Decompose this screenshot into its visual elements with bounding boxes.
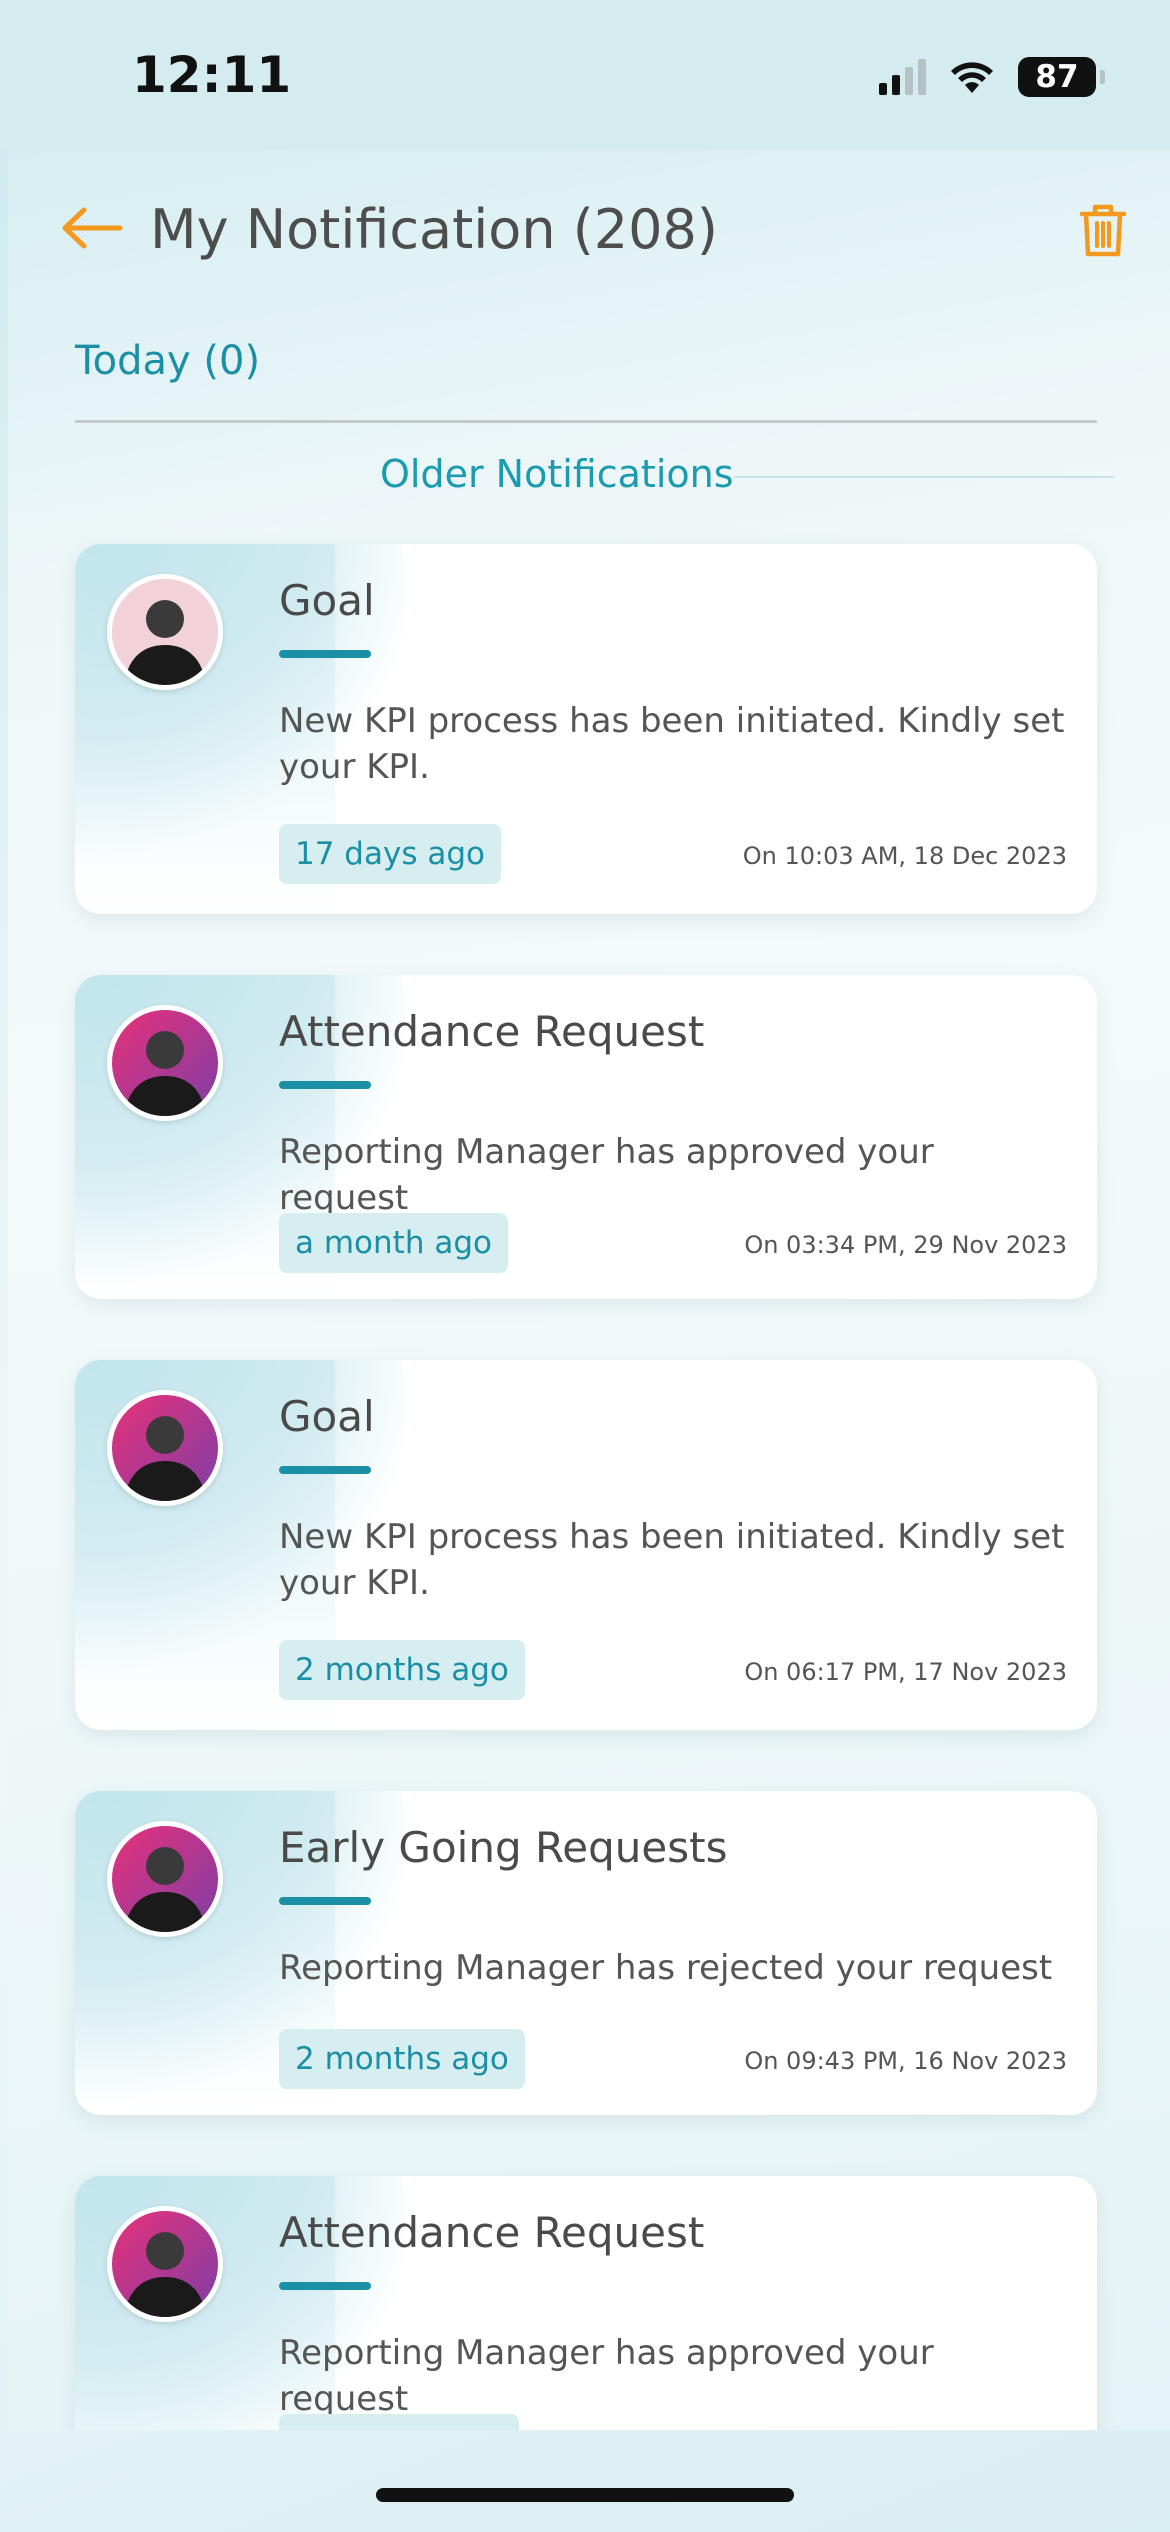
- notification-timestamp: On 06:17 PM, 17 Nov 2023: [744, 1658, 1067, 1686]
- title-underline: [279, 650, 371, 658]
- notification-message: Reporting Manager has approved your requ…: [279, 2333, 934, 2419]
- relative-time-badge: a month ago: [279, 1213, 508, 1273]
- battery-level: 87: [1035, 59, 1079, 95]
- notification-title: Attendance Request: [279, 1007, 705, 1056]
- avatar: [107, 574, 223, 690]
- relative-time-badge: 17 days ago: [279, 824, 501, 884]
- status-bar: 12:11 87: [0, 0, 1170, 150]
- notification-card[interactable]: Attendance Request Reporting Manager has…: [75, 975, 1097, 1299]
- older-notifications-line: [734, 476, 1114, 478]
- relative-time-badge: 2 months ago: [279, 2029, 525, 2089]
- notification-title: Goal: [279, 1392, 375, 1441]
- notification-title: Goal: [279, 576, 375, 625]
- notification-card[interactable]: Early Going Requests Reporting Manager h…: [75, 1791, 1097, 2115]
- header: My Notification (208): [8, 150, 1170, 320]
- notification-title: Attendance Request: [279, 2208, 705, 2257]
- trash-icon[interactable]: [1078, 202, 1128, 258]
- home-indicator[interactable]: [376, 2488, 794, 2502]
- notification-timestamp: On 10:03 AM, 18 Dec 2023: [742, 842, 1067, 870]
- title-underline: [279, 1466, 371, 1474]
- notification-card[interactable]: Goal New KPI process has been initiated.…: [75, 1360, 1097, 1730]
- wifi-icon: [951, 62, 993, 93]
- older-notifications-label: Older Notifications: [380, 452, 734, 496]
- back-arrow-icon[interactable]: [60, 206, 124, 250]
- battery-icon: 87: [1018, 57, 1105, 97]
- notification-message: New KPI process has been initiated. Kind…: [279, 1517, 1065, 1603]
- notification-card[interactable]: Attendance Request Reporting Manager has…: [75, 2176, 1097, 2430]
- title-underline: [279, 1897, 371, 1905]
- notification-card[interactable]: Goal New KPI process has been initiated.…: [75, 544, 1097, 914]
- notification-timestamp: On 09:43 PM, 16 Nov 2023: [744, 2047, 1067, 2075]
- notification-message: Reporting Manager has rejected your requ…: [279, 1948, 1053, 1988]
- notification-message: New KPI process has been initiated. Kind…: [279, 701, 1065, 787]
- status-time: 12:11: [132, 46, 292, 104]
- section-divider: [75, 420, 1097, 423]
- notification-screen: My Notification (208) Today (0) Older No…: [8, 150, 1170, 2430]
- title-underline: [279, 2282, 371, 2290]
- title-underline: [279, 1081, 371, 1089]
- notification-timestamp: On 03:34 PM, 29 Nov 2023: [744, 1231, 1067, 1259]
- status-icons: 87: [879, 55, 1105, 99]
- avatar: [107, 1390, 223, 1506]
- relative-time-badge: 2 months ago: [279, 1640, 525, 1700]
- page-title: My Notification (208): [150, 198, 718, 261]
- avatar: [107, 1821, 223, 1937]
- notification-title: Early Going Requests: [279, 1823, 728, 1872]
- today-section-label[interactable]: Today (0): [75, 338, 260, 384]
- notification-message: Reporting Manager has approved your requ…: [279, 1132, 934, 1218]
- cellular-signal-icon: [879, 59, 926, 95]
- relative-time-badge: [279, 2414, 519, 2430]
- avatar: [107, 2206, 223, 2322]
- avatar: [107, 1005, 223, 1121]
